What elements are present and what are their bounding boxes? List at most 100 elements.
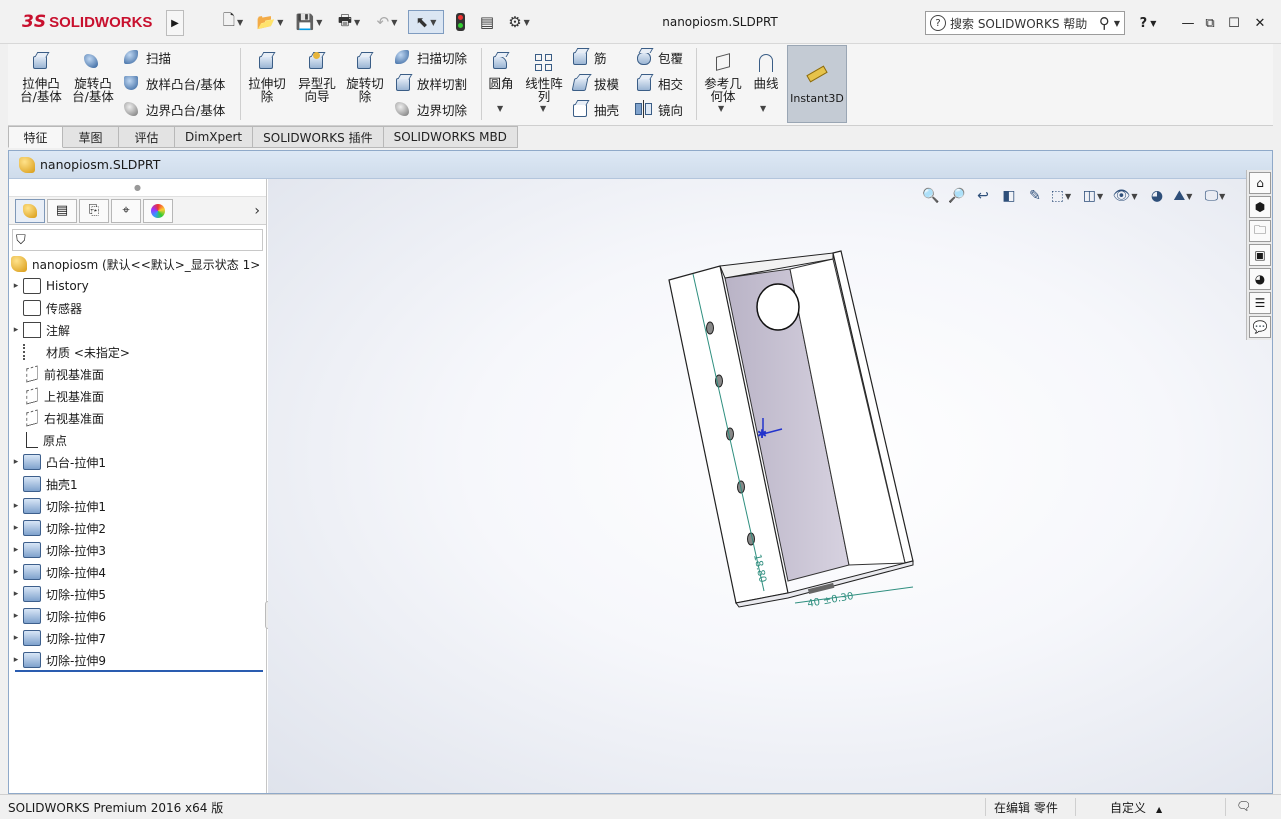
- tab-mbd[interactable]: SOLIDWORKS MBD: [383, 126, 518, 148]
- extrude-cut-button[interactable]: 拉伸切 除: [246, 52, 288, 103]
- custom-properties-icon[interactable]: ☰: [1249, 292, 1271, 314]
- rebuild-status-icon[interactable]: 🗨: [1236, 799, 1251, 813]
- reference-geometry-button[interactable]: 参考几 何体: [702, 52, 744, 103]
- tree-item[interactable]: ▸ 切除-拉伸6: [9, 605, 266, 627]
- minimize-button[interactable]: —: [1177, 12, 1199, 34]
- rollback-bar[interactable]: [15, 670, 263, 672]
- select-button[interactable]: ⬉ ▼: [408, 10, 444, 34]
- part-model[interactable]: 18.80 40 ±0.30 ✱: [268, 179, 1272, 793]
- dimxpert-manager-tab[interactable]: ⌖: [111, 198, 141, 223]
- close-button[interactable]: ✕: [1249, 12, 1271, 34]
- maximize-button[interactable]: ☐: [1223, 12, 1245, 34]
- tree-item[interactable]: 材质 <未指定>: [9, 341, 266, 363]
- rib-button[interactable]: 筋: [570, 46, 607, 68]
- mirror-button[interactable]: 镜向: [634, 98, 683, 120]
- draft-button[interactable]: 拔模: [570, 72, 619, 94]
- loft-cut-button[interactable]: 放样切割: [393, 72, 467, 94]
- tree-filter[interactable]: ⛉: [12, 229, 263, 251]
- sweep-button[interactable]: 扫描: [122, 46, 171, 68]
- linear-pattern-dropdown[interactable]: ▼: [540, 104, 546, 113]
- tab-addins[interactable]: SOLIDWORKS 插件: [253, 126, 384, 148]
- new-button[interactable]: 🗋 ▼: [216, 10, 250, 34]
- undo-button[interactable]: ↶ ▼: [370, 10, 404, 34]
- expand-arrow-icon[interactable]: ▸: [9, 611, 23, 621]
- tree-item[interactable]: 前视基准面: [9, 363, 266, 385]
- tree-root[interactable]: nanopiosm (默认<<默认>_显示状态 1>: [9, 253, 266, 275]
- tree-item[interactable]: ▸ 切除-拉伸5: [9, 583, 266, 605]
- tab-features[interactable]: 特征: [8, 126, 63, 148]
- expand-arrow-icon[interactable]: ▸: [9, 633, 23, 643]
- restore-button[interactable]: ⧉: [1199, 12, 1221, 34]
- tab-evaluate[interactable]: 评估: [119, 126, 175, 148]
- instant3d-button[interactable]: Instant3D: [787, 45, 847, 123]
- wrap-button[interactable]: 包覆: [634, 46, 683, 68]
- expand-arrow-icon[interactable]: ▸: [9, 567, 23, 577]
- expand-arrow-icon[interactable]: ▸: [9, 655, 23, 665]
- tree-item[interactable]: ▸ 凸台-拉伸1: [9, 451, 266, 473]
- boundary-cut-button[interactable]: 边界切除: [393, 98, 467, 120]
- expand-arrow-icon[interactable]: ▸: [9, 281, 23, 291]
- hole-wizard-button[interactable]: 异型孔 向导: [294, 52, 340, 103]
- tree-item[interactable]: ▸ History: [9, 275, 266, 297]
- bottom-dimension-label[interactable]: 40 ±0.30: [807, 591, 855, 610]
- expand-arrow-icon[interactable]: ▸: [9, 457, 23, 467]
- tree-item[interactable]: ▸ 切除-拉伸2: [9, 517, 266, 539]
- options-button[interactable]: ⚙ ▼: [502, 10, 536, 34]
- file-explorer-icon[interactable]: 🗀: [1249, 220, 1271, 242]
- property-manager-tab[interactable]: ▤: [47, 198, 77, 223]
- panel-grip[interactable]: ●: [9, 179, 266, 197]
- units-selector[interactable]: 自定义 ▲: [1110, 799, 1162, 816]
- expand-arrow-icon[interactable]: ▸: [9, 589, 23, 599]
- fillet-button[interactable]: 圆角: [486, 52, 516, 90]
- search-icon[interactable]: ⚲: [1099, 14, 1110, 32]
- tree-item[interactable]: ▸ 切除-拉伸3: [9, 539, 266, 561]
- appearances-icon[interactable]: ◕: [1249, 268, 1271, 290]
- fillet-dropdown[interactable]: ▼: [497, 104, 503, 113]
- solidworks-logo[interactable]: 3S SOLIDWORKS: [22, 10, 152, 34]
- rebuild-button[interactable]: [450, 10, 470, 34]
- tree-item[interactable]: 传感器: [9, 297, 266, 319]
- tree-item[interactable]: ▸ 切除-拉伸9: [9, 649, 266, 671]
- open-button[interactable]: 📂 ▼: [252, 10, 288, 34]
- help-search-input[interactable]: ? 搜索 SOLIDWORKS 帮助 ⚲ ▼: [925, 11, 1125, 35]
- home-icon[interactable]: ⌂: [1249, 172, 1271, 194]
- tree-item[interactable]: ▸ 注解: [9, 319, 266, 341]
- curves-dropdown[interactable]: ▼: [760, 104, 766, 113]
- chevron-right-icon[interactable]: ›: [254, 203, 260, 219]
- save-button[interactable]: 💾 ▼: [292, 10, 326, 34]
- extrude-boss-button[interactable]: 拉伸凸 台/基体: [18, 52, 64, 103]
- view-palette-icon[interactable]: ▣: [1249, 244, 1271, 266]
- graphics-area[interactable]: 🔍 🔎 ↩ ◧ ✎ ⬚ ▼ ◫ ▼ 👁 ▼ ◕ ⛰ ▼ 🖵 ▼ 18.80 40…: [268, 179, 1272, 793]
- linear-pattern-button[interactable]: 线性阵 列: [522, 52, 566, 103]
- tree-item[interactable]: 原点: [9, 429, 266, 451]
- expand-arrow-icon[interactable]: ▸: [9, 545, 23, 555]
- intersect-button[interactable]: 相交: [634, 72, 683, 94]
- loft-boss-button[interactable]: 放样凸台/基体: [122, 72, 225, 94]
- tab-sketch[interactable]: 草图: [63, 126, 119, 148]
- expand-arrow-icon[interactable]: ▸: [9, 501, 23, 511]
- forum-icon[interactable]: 💬: [1249, 316, 1271, 338]
- reference-geometry-dropdown[interactable]: ▼: [718, 104, 724, 113]
- tree-item[interactable]: ▸ 切除-拉伸1: [9, 495, 266, 517]
- boundary-boss-button[interactable]: 边界凸台/基体: [122, 98, 225, 120]
- menu-expand-button[interactable]: ▶: [166, 10, 184, 36]
- tree-item[interactable]: 抽壳1: [9, 473, 266, 495]
- sweep-cut-button[interactable]: 扫描切除: [393, 46, 467, 68]
- tree-item[interactable]: ▸ 切除-拉伸7: [9, 627, 266, 649]
- help-button[interactable]: ? ▼: [1133, 12, 1163, 34]
- display-manager-tab[interactable]: [143, 198, 173, 223]
- file-properties-button[interactable]: ▤: [476, 10, 498, 34]
- print-button[interactable]: 🖶 ▼: [330, 10, 368, 34]
- tab-dimxpert[interactable]: DimXpert: [175, 126, 254, 148]
- tree-item[interactable]: 上视基准面: [9, 385, 266, 407]
- tree-item[interactable]: ▸ 切除-拉伸4: [9, 561, 266, 583]
- expand-arrow-icon[interactable]: ▸: [9, 325, 23, 335]
- curves-button[interactable]: 曲线: [750, 52, 782, 90]
- shell-button[interactable]: 抽壳: [570, 98, 619, 120]
- design-library-icon[interactable]: ⬢: [1249, 196, 1271, 218]
- revolve-boss-button[interactable]: 旋转凸 台/基体: [70, 52, 116, 103]
- revolve-cut-button[interactable]: 旋转切 除: [344, 52, 386, 103]
- chevron-down-icon[interactable]: ▼: [1114, 19, 1120, 28]
- expand-arrow-icon[interactable]: ▸: [9, 523, 23, 533]
- tree-item[interactable]: 右视基准面: [9, 407, 266, 429]
